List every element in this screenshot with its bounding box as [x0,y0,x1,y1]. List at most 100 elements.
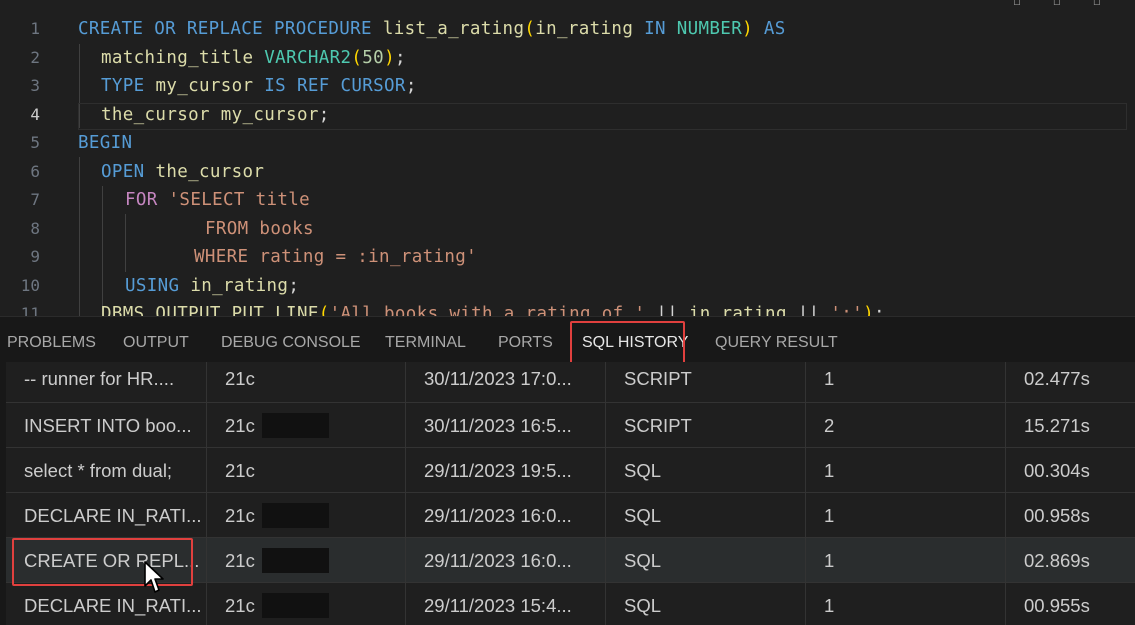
duration-cell: 02.477s [1024,368,1090,389]
code-token: the_cursor [155,162,265,182]
code-text: WHERE rating = :in_rating' [194,247,477,267]
connection-cell: 21c [207,403,406,448]
query-cell: DECLARE IN_RATI... [6,493,207,538]
timestamp-cell: 29/11/2023 19:5... [406,448,606,493]
line-number: 2 [30,48,40,67]
code-token: ; [288,276,300,296]
code-line[interactable]: 1 CREATE OR REPLACE PROCEDURE list_a_rat… [0,16,1135,44]
sql-history-table: -- runner for HR.... 21c 30/11/2023 17:0… [6,362,1135,625]
code-text: FOR 'SELECT title [125,190,310,210]
line-number: 6 [30,162,40,181]
line-number: 4 [30,105,40,124]
line-number: 7 [30,190,40,209]
code-editor[interactable]: ▫ ▫ ▫ 1 CREATE OR REPLACE PROCEDURE list… [0,0,1135,316]
connection-cell: 21c [207,538,406,583]
redacted-block [262,503,329,528]
query-cell: DECLARE IN_RATI... [6,583,207,625]
editor-actions-icons: ▫ ▫ ▫ [1012,0,1115,8]
tab-ports[interactable]: PORTS [498,334,553,352]
code-line[interactable]: 11 DBMS_OUTPUT.PUT_LINE('All books with … [0,301,1135,316]
code-token: OPEN [101,162,156,182]
code-text: OPEN the_cursor [101,162,264,182]
connection-cell: 21c [207,362,406,403]
count-cell: 1 [806,362,1006,403]
line-number: 11 [20,304,40,316]
code-line[interactable]: 3 TYPE my_cursor IS REF CURSOR; [0,73,1135,101]
code-text: matching_title VARCHAR2(50); [101,48,406,68]
tab-problems[interactable]: PROBLEMS [7,334,96,352]
code-token: || [645,304,689,316]
code-line[interactable]: 8 FROM books [0,216,1135,244]
code-text: BEGIN [78,133,132,153]
code-token: ; [394,48,406,68]
duration-cell: 02.869s [1024,550,1090,571]
code-text: USING in_rating; [125,276,299,296]
code-token: ':' [830,304,864,316]
code-token: ( [351,48,363,68]
code-token: in_rating [535,19,645,39]
redacted-block [262,413,329,438]
code-token: 50 [362,48,385,68]
code-token: in_rating [190,276,289,296]
code-line[interactable]: 7 FOR 'SELECT title [0,187,1135,215]
tab-query-result[interactable]: QUERY RESULT [715,334,838,352]
timestamp-cell: 30/11/2023 17:0... [406,362,606,403]
code-token: list_a_rating [382,19,525,39]
tab-debug-console[interactable]: DEBUG CONSOLE [221,334,361,352]
query-cell: select * from dual; [6,448,207,493]
code-line-current[interactable]: 4 the_cursor my_cursor; [0,102,1135,130]
table-row[interactable]: select * from dual; 21c 29/11/2023 19:5.… [6,448,1135,493]
table-row[interactable]: DECLARE IN_RATI... 21c 29/11/2023 15:4..… [6,583,1135,625]
code-token: matching_title [101,48,265,68]
code-token: the_cursor my_cursor [101,105,319,125]
connection-name: 21c [225,505,255,526]
code-token: ; [405,76,417,96]
code-line[interactable]: 6 OPEN the_cursor [0,159,1135,187]
connection-name: 21c [225,415,255,436]
code-text: TYPE my_cursor IS REF CURSOR; [101,76,417,96]
code-token: ; [873,304,885,316]
code-token: NUMBER [676,19,743,39]
code-token: USING [125,276,191,296]
line-number: 1 [30,19,40,38]
table-row[interactable]: DECLARE IN_RATI... 21c 29/11/2023 16:0..… [6,493,1135,538]
code-token: AS [763,19,786,39]
code-token: WHERE rating = :in_rating' [194,247,478,267]
tab-output[interactable]: OUTPUT [123,334,189,352]
line-number: 8 [30,219,40,238]
code-token: ( [318,304,330,316]
code-line[interactable]: 2 matching_title VARCHAR2(50); [0,45,1135,73]
code-text: CREATE OR REPLACE PROCEDURE list_a_ratin… [78,19,786,39]
type-cell: SQL [606,583,806,625]
sql-history-highlight-box [570,321,685,366]
code-token: ) [742,19,764,39]
connection-cell: 21c [207,493,406,538]
code-line[interactable]: 9 WHERE rating = :in_rating' [0,244,1135,272]
line-number: 5 [30,133,40,152]
code-token: DBMS_OUTPUT.PUT_LINE [101,304,319,316]
table-row[interactable]: INSERT INTO boo... 21c 30/11/2023 16:5..… [6,403,1135,448]
line-number: 3 [30,76,40,95]
code-line[interactable]: 10 USING in_rating; [0,273,1135,301]
code-line[interactable]: 5 BEGIN [0,130,1135,158]
table-row[interactable]: -- runner for HR.... 21c 30/11/2023 17:0… [6,362,1135,403]
connection-cell: 21c [207,448,406,493]
code-token: FOR [125,190,169,210]
count-cell: 1 [806,538,1006,583]
code-token: ) [384,48,395,68]
timestamp-cell: 29/11/2023 16:0... [406,493,606,538]
code-token: TYPE [101,76,156,96]
redacted-block [262,593,329,618]
line-number: 10 [20,276,40,295]
code-text: the_cursor my_cursor; [101,105,330,125]
duration-cell: 00.958s [1024,505,1090,526]
selected-cell-highlight-box [12,538,193,586]
timestamp-cell: 29/11/2023 16:0... [406,538,606,583]
tab-terminal[interactable]: TERMINAL [385,334,466,352]
code-token: my_cursor [155,76,265,96]
timestamp-cell: 30/11/2023 16:5... [406,403,606,448]
duration-cell: 15.271s [1024,415,1090,436]
duration-cell: 00.955s [1024,595,1090,616]
query-cell: INSERT INTO boo... [6,403,207,448]
count-cell: 1 [806,583,1006,625]
